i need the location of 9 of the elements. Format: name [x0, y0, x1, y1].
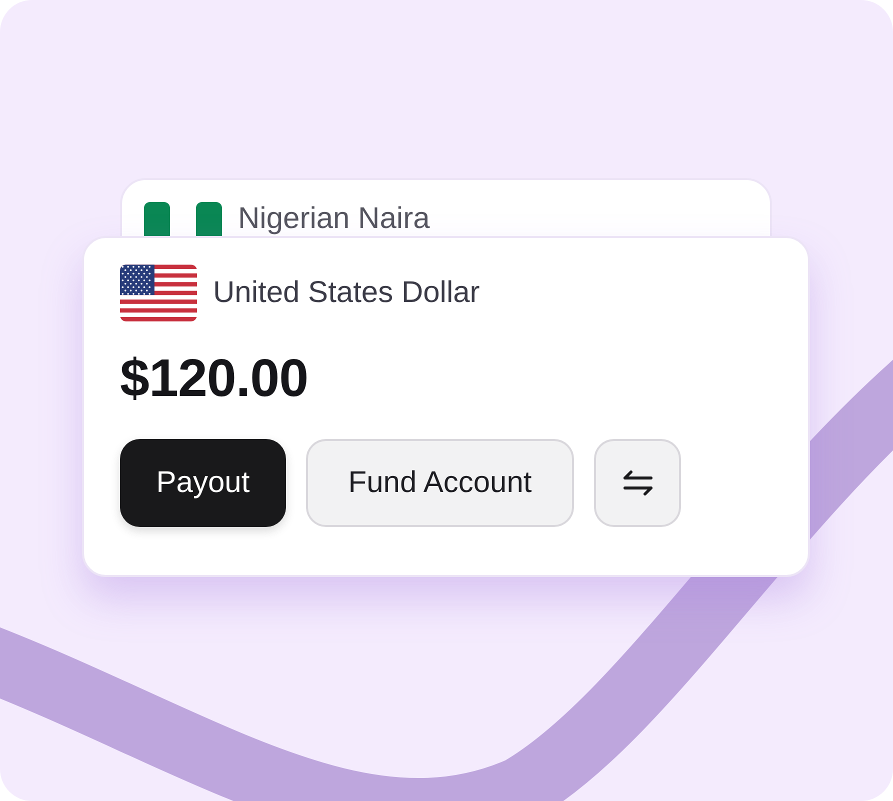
us-flag-icon — [120, 264, 197, 322]
swap-button[interactable] — [594, 439, 681, 527]
currency-name: Nigerian Naira — [238, 202, 430, 236]
payout-button[interactable]: Payout — [120, 439, 286, 527]
currency-name: United States Dollar — [213, 276, 480, 310]
nigeria-flag-icon — [144, 202, 222, 236]
swap-icon — [620, 470, 654, 496]
fund-account-button[interactable]: Fund Account — [306, 439, 574, 527]
balance-amount: $120.00 — [120, 348, 310, 409]
